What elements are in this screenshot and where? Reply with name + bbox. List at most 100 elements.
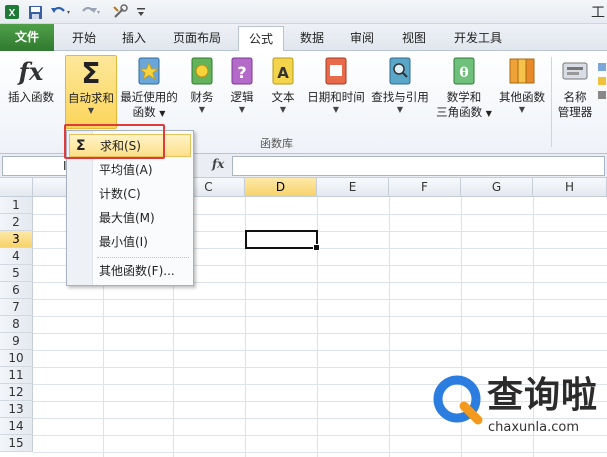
row-header[interactable]: 8 xyxy=(0,316,33,333)
menu-item-more-functions[interactable]: 其他函数(F)... xyxy=(69,260,191,283)
tab-page-layout[interactable]: 页面布局 xyxy=(166,26,228,50)
tools-icon[interactable] xyxy=(110,3,132,21)
active-cell-d3[interactable] xyxy=(245,230,320,251)
row-header[interactable]: 5 xyxy=(0,265,33,282)
row-header[interactable]: 11 xyxy=(0,367,33,384)
name-manager-icon xyxy=(562,62,588,80)
menu-separator xyxy=(97,257,189,258)
text-book-icon: A xyxy=(272,57,294,85)
row-header[interactable]: 2 xyxy=(0,214,33,231)
grid-line xyxy=(33,316,607,317)
insert-function-fx-icon[interactable]: fx xyxy=(212,157,224,171)
more-functions-button[interactable]: 其他函数 ▼ xyxy=(495,55,549,115)
chevron-down-icon: ▼ xyxy=(238,105,246,114)
logical-book-icon: ? xyxy=(231,57,253,85)
column-header-f[interactable]: F xyxy=(389,178,461,197)
math-trig-label-2: 三角函数 xyxy=(436,105,483,119)
row-header[interactable]: 4 xyxy=(0,248,33,265)
undo-icon[interactable] xyxy=(48,3,74,21)
row-header-selected[interactable]: 3 xyxy=(0,231,33,248)
math-book-icon: θ xyxy=(453,57,475,85)
column-header-d[interactable]: D xyxy=(245,178,317,197)
column-header-e[interactable]: E xyxy=(317,178,389,197)
column-header-g[interactable]: G xyxy=(461,178,533,197)
watermark-name: 查询啦 xyxy=(487,375,599,416)
group-separator xyxy=(551,57,552,147)
formula-input[interactable] xyxy=(232,156,605,176)
tab-developer[interactable]: 开发工具 xyxy=(446,26,510,50)
lookup-reference-button[interactable]: 查找与引用 ▼ xyxy=(369,55,431,115)
column-header-h[interactable]: H xyxy=(533,178,607,197)
row-header[interactable]: 7 xyxy=(0,299,33,316)
star-book-icon xyxy=(138,57,160,85)
menu-item-average[interactable]: 平均值(A) xyxy=(69,159,191,182)
tab-formulas[interactable]: 公式 xyxy=(238,26,284,52)
select-all-corner[interactable] xyxy=(0,178,33,197)
insert-function-button[interactable]: fx 插入函数 xyxy=(3,55,59,105)
autosum-button[interactable]: Σ 自动求和 ▼ xyxy=(65,55,117,129)
svg-text:fx: fx xyxy=(17,57,44,86)
row-header[interactable]: 15 xyxy=(0,435,33,452)
chevron-down-icon: ▼ xyxy=(159,109,166,118)
excel-app-icon[interactable]: X xyxy=(3,3,21,21)
menu-item-count[interactable]: 计数(C) xyxy=(69,183,191,206)
highlight-annotation-box xyxy=(64,124,165,159)
row-header[interactable]: 10 xyxy=(0,350,33,367)
row-header[interactable]: 6 xyxy=(0,282,33,299)
svg-text:A: A xyxy=(277,64,289,82)
logical-button[interactable]: ? 逻辑 ▼ xyxy=(225,55,259,115)
chevron-down-icon: ▼ xyxy=(279,105,287,114)
grid-line xyxy=(33,299,607,300)
text-label: 文本 xyxy=(271,90,295,104)
autosum-label: 自动求和 xyxy=(68,91,114,105)
insert-function-label: 插入函数 xyxy=(8,90,54,104)
tab-file[interactable]: 文件 xyxy=(0,24,54,51)
name-manager-button[interactable]: 名称 管理器 xyxy=(554,55,596,120)
financial-book-icon xyxy=(191,57,213,85)
date-time-button[interactable]: 日期和时间 ▼ xyxy=(305,55,367,115)
save-icon[interactable] xyxy=(26,3,44,21)
chevron-down-icon: ▼ xyxy=(485,109,492,118)
define-name-icon[interactable] xyxy=(597,61,607,104)
ribbon-tab-bar: 文件 开始 插入 页面布局 公式 数据 审阅 视图 开发工具 xyxy=(0,24,607,52)
fx-icon: fx xyxy=(17,57,44,86)
tab-home[interactable]: 开始 xyxy=(64,26,104,50)
math-trig-label-1: 数学和 xyxy=(446,90,482,104)
row-header[interactable]: 13 xyxy=(0,401,33,418)
chevron-down-icon: ▼ xyxy=(518,105,526,114)
financial-label: 财务 xyxy=(190,90,214,104)
tab-insert[interactable]: 插入 xyxy=(114,26,154,50)
more-books-icon xyxy=(509,58,535,84)
grid-line xyxy=(33,333,607,334)
redo-icon[interactable] xyxy=(78,3,104,21)
grid-line xyxy=(33,367,607,368)
menu-item-max[interactable]: 最大值(M) xyxy=(69,207,191,230)
chevron-down-icon: ▼ xyxy=(396,105,404,114)
math-trig-button[interactable]: θ 数学和 三角函数 ▼ xyxy=(433,55,495,121)
window-title: 工 xyxy=(591,5,605,21)
chevron-down-icon: ▼ xyxy=(332,105,340,114)
date-time-label: 日期和时间 xyxy=(307,90,365,104)
customize-qat-icon[interactable] xyxy=(134,3,148,21)
tab-data[interactable]: 数据 xyxy=(292,26,332,50)
financial-button[interactable]: 财务 ▼ xyxy=(184,55,220,115)
row-header[interactable]: 9 xyxy=(0,333,33,350)
menu-item-min[interactable]: 最小值(I) xyxy=(69,231,191,254)
name-manager-label-2: 管理器 xyxy=(557,105,593,119)
row-header[interactable]: 12 xyxy=(0,384,33,401)
svg-text:?: ? xyxy=(237,63,246,82)
tab-review[interactable]: 审阅 xyxy=(342,26,382,50)
logical-label: 逻辑 xyxy=(230,90,254,104)
name-manager-label-1: 名称 xyxy=(563,90,587,104)
more-functions-label: 其他函数 xyxy=(499,90,545,104)
tab-view[interactable]: 视图 xyxy=(394,26,434,50)
row-header[interactable]: 1 xyxy=(0,197,33,214)
quick-access-toolbar: X 工 xyxy=(0,0,607,24)
recently-used-button[interactable]: 最近使用的 函数 ▼ xyxy=(118,55,180,121)
watermark-logo-icon xyxy=(433,375,483,425)
svg-text:Σ: Σ xyxy=(81,57,100,88)
text-button[interactable]: A 文本 ▼ xyxy=(265,55,301,115)
row-header[interactable]: 14 xyxy=(0,418,33,435)
sigma-icon: Σ xyxy=(81,57,100,88)
svg-text:X: X xyxy=(9,8,16,19)
